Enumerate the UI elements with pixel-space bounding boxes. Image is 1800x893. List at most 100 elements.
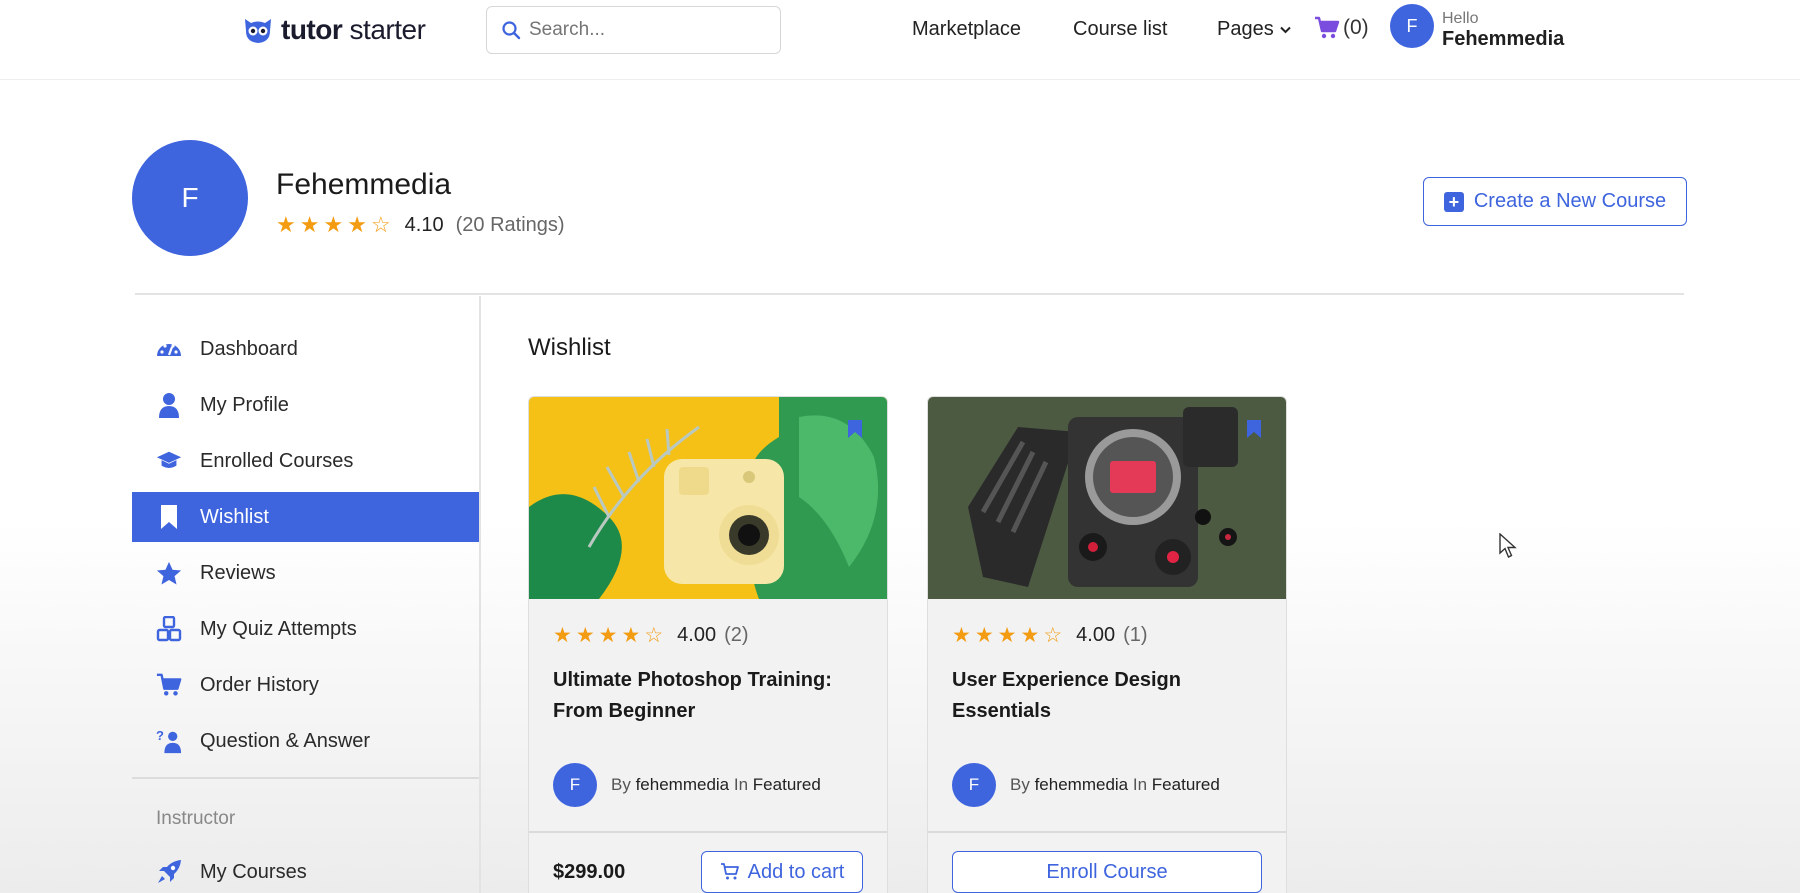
star-filled-icon: ★ xyxy=(575,624,595,647)
cart-icon xyxy=(156,672,182,698)
sidebar-item-label: My Profile xyxy=(200,393,289,416)
enroll-course-label: Enroll Course xyxy=(1046,860,1168,883)
bookmark-icon xyxy=(156,504,182,530)
svg-text:?: ? xyxy=(156,728,164,743)
course-title[interactable]: User Experience Design Essentials xyxy=(952,665,1262,727)
star-empty-icon: ☆ xyxy=(370,212,391,237)
author-avatar: F xyxy=(553,763,597,807)
rating-stars: ★ ★ ★ ★ ☆ xyxy=(276,212,391,238)
bookmark-icon[interactable] xyxy=(1246,419,1262,439)
sidebar-item-reviews[interactable]: Reviews xyxy=(132,548,479,598)
create-new-course-label: Create a New Course xyxy=(1473,190,1667,212)
sidebar-item-question-answer[interactable]: ? Question & Answer xyxy=(132,716,479,766)
star-filled-icon: ★ xyxy=(347,212,367,237)
star-empty-icon: ☆ xyxy=(1043,624,1063,647)
user-greeting[interactable]: Hello Fehemmedia xyxy=(1442,10,1564,50)
logo-text: tutor starter xyxy=(281,14,426,45)
cart-button[interactable]: (0) xyxy=(1314,16,1369,40)
question-person-icon: ? xyxy=(156,728,182,754)
logo[interactable]: tutor starter xyxy=(243,14,426,46)
cart-count: (0) xyxy=(1343,16,1369,39)
course-thumbnail-cinema-camera[interactable] xyxy=(928,397,1287,599)
card-divider xyxy=(529,831,887,833)
sidebar-section-instructor: Instructor xyxy=(156,808,236,829)
star-filled-icon: ★ xyxy=(299,212,320,237)
rating-count: (20 Ratings) xyxy=(455,213,565,236)
rating-count: (2) xyxy=(724,624,749,646)
author-link[interactable]: fehemmedia xyxy=(1035,775,1129,794)
dashboard-sidebar: Dashboard My Profile Enrolled Courses Wi… xyxy=(132,296,481,893)
search-icon xyxy=(502,21,521,40)
sidebar-item-enrolled-courses[interactable]: Enrolled Courses xyxy=(132,436,479,486)
sidebar-item-dashboard[interactable]: Dashboard xyxy=(132,324,479,374)
in-label: In xyxy=(733,775,749,794)
sidebar-item-quiz-attempts[interactable]: My Quiz Attempts xyxy=(132,604,479,654)
course-card[interactable]: ★ ★ ★ ★ ☆ 4.00 (2) Ultimate Photoshop Traini… xyxy=(528,396,888,893)
create-new-course-button[interactable]: + Create a New Course xyxy=(1423,177,1687,226)
page-title: Wishlist xyxy=(528,334,611,361)
enroll-course-button[interactable]: Enroll Course xyxy=(952,851,1262,893)
category-link[interactable]: Featured xyxy=(1152,775,1220,794)
rocket-icon xyxy=(156,859,182,885)
owl-logo-icon xyxy=(245,19,271,43)
hello-label: Hello xyxy=(1442,10,1479,27)
header-user-name: Fehemmedia xyxy=(1442,27,1565,50)
star-filled-icon: ★ xyxy=(276,212,296,237)
sidebar-item-label: Question & Answer xyxy=(200,729,371,752)
author-line: By fehemmedia In Featured xyxy=(1010,775,1220,795)
category-link[interactable]: Featured xyxy=(753,775,821,794)
sidebar-item-label: My Courses xyxy=(200,860,307,883)
course-author: F By fehemmedia In Featured xyxy=(553,763,821,807)
profile-rating: ★ ★ ★ ★ ☆ 4.10 (20 Ratings) xyxy=(276,212,565,238)
sidebar-item-my-courses[interactable]: My Courses xyxy=(132,847,479,893)
search-box[interactable] xyxy=(486,6,781,54)
star-filled-icon: ★ xyxy=(323,212,344,237)
course-rating: ★ ★ ★ ★ ☆ 4.00 (1) xyxy=(952,623,1148,648)
course-author: F By fehemmedia In Featured xyxy=(952,763,1220,807)
profile-name: Fehemmedia xyxy=(276,168,452,201)
star-filled-icon: ★ xyxy=(997,624,1017,647)
add-to-cart-button[interactable]: Add to cart xyxy=(701,851,863,893)
sidebar-item-label: Dashboard xyxy=(200,337,298,360)
sidebar-separator xyxy=(132,777,479,779)
author-avatar: F xyxy=(952,763,996,807)
quiz-blocks-icon xyxy=(156,616,182,642)
rating-count: (1) xyxy=(1123,624,1148,646)
sidebar-item-wishlist[interactable]: Wishlist xyxy=(132,492,479,542)
sidebar-item-label: Wishlist xyxy=(200,505,269,528)
cart-icon xyxy=(720,863,739,880)
plus-icon: + xyxy=(1443,191,1464,212)
course-title[interactable]: Ultimate Photoshop Training: From Beginn… xyxy=(553,665,863,727)
card-divider xyxy=(928,831,1286,833)
search-input[interactable] xyxy=(529,19,759,41)
star-filled-icon: ★ xyxy=(598,624,618,647)
bookmark-icon[interactable] xyxy=(847,419,863,439)
sidebar-item-order-history[interactable]: Order History xyxy=(132,660,479,710)
gauge-icon xyxy=(156,336,182,362)
rating-value: 4.10 xyxy=(404,213,444,236)
course-rating: ★ ★ ★ ★ ☆ 4.00 (2) xyxy=(553,623,749,648)
top-navigation-bar: tutor starter Marketplace Course list Pa… xyxy=(0,0,1800,80)
author-link[interactable]: fehemmedia xyxy=(636,775,730,794)
cart-icon xyxy=(1315,16,1340,39)
by-label: By xyxy=(1010,775,1030,794)
course-card[interactable]: ★ ★ ★ ★ ☆ 4.00 (1) User Experience Design Es… xyxy=(927,396,1287,893)
nav-pages[interactable]: Pages xyxy=(1217,18,1291,41)
course-thumbnail-instant-camera[interactable] xyxy=(529,397,888,599)
star-icon xyxy=(156,560,182,586)
user-icon xyxy=(156,392,182,418)
sidebar-item-label: Enrolled Courses xyxy=(200,449,354,472)
header-avatar[interactable]: F xyxy=(1390,4,1434,48)
sidebar-item-label: My Quiz Attempts xyxy=(200,617,357,640)
nav-marketplace[interactable]: Marketplace xyxy=(912,18,1021,41)
divider xyxy=(135,293,1684,295)
sidebar-item-label: Reviews xyxy=(200,561,276,584)
nav-course-list[interactable]: Course list xyxy=(1073,18,1167,41)
rating-value: 4.00 xyxy=(677,624,717,646)
profile-avatar: F xyxy=(132,140,248,256)
in-label: In xyxy=(1132,775,1148,794)
sidebar-item-my-profile[interactable]: My Profile xyxy=(132,380,479,430)
graduation-cap-icon xyxy=(156,448,182,474)
sidebar-item-label: Order History xyxy=(200,673,319,696)
nav-pages-label: Pages xyxy=(1217,18,1274,40)
